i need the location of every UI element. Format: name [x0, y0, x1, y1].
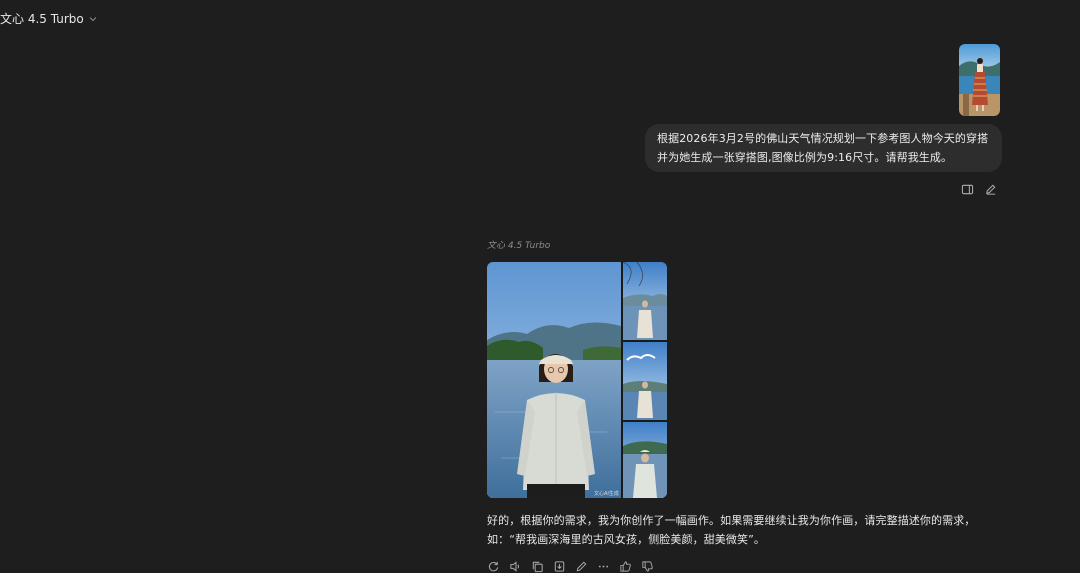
panel-icon[interactable] — [961, 183, 974, 196]
assistant-message-actions — [487, 560, 654, 573]
share-icon[interactable] — [575, 560, 588, 573]
assistant-message-text: 好的，根据你的需求，我为你创作了一幅画作。如果需要继续让我为你作画，请完整描述你… — [487, 514, 976, 546]
more-icon[interactable] — [597, 560, 610, 573]
generated-image[interactable] — [487, 262, 667, 498]
dislike-icon[interactable] — [641, 560, 654, 573]
copy-icon[interactable] — [531, 560, 544, 573]
model-switcher[interactable]: 文心 4.5 Turbo — [0, 9, 98, 27]
model-name: 文心 4.5 Turbo — [0, 11, 84, 26]
user-message-bubble: 根据2026年3月2号的佛山天气情况规划一下参考图人物今天的穿搭并为她生成一张穿… — [645, 124, 1002, 172]
download-icon[interactable] — [553, 560, 566, 573]
user-message-actions — [961, 183, 997, 196]
assistant-model-tag: 文心 4.5 Turbo — [487, 241, 551, 251]
image-watermark: 文心AI生成 — [594, 491, 619, 497]
edit-icon[interactable] — [984, 183, 997, 196]
reference-image-thumbnail[interactable] — [959, 44, 1000, 116]
user-message-text: 根据2026年3月2号的佛山天气情况规划一下参考图人物今天的穿搭并为她生成一张穿… — [657, 132, 989, 164]
chevron-down-icon — [88, 13, 98, 23]
like-icon[interactable] — [619, 560, 632, 573]
refresh-icon[interactable] — [487, 560, 500, 573]
speaker-icon[interactable] — [509, 560, 522, 573]
